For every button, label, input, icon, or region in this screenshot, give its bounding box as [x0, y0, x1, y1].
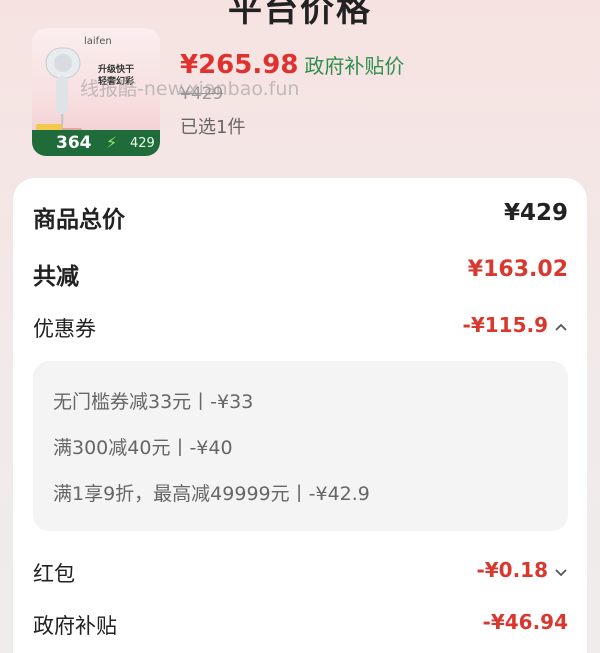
subsidy-price-tag: 政府补贴价 [304, 54, 405, 78]
bolt-icon: ⚡ [106, 133, 118, 152]
watermark-text: 线报酷-new.xianbao.fun [80, 78, 300, 100]
redpacket-row[interactable]: 红包 -¥0.18 [33, 558, 568, 594]
coupon-item-1: 无门槛券减33元丨-¥33 [53, 391, 254, 413]
thumb-price-promo: 364 [56, 133, 92, 153]
reduce-row: 共减 ¥163.02 [33, 257, 568, 293]
subsidy-label: 政府补贴 [33, 614, 117, 638]
chevron-up-icon[interactable] [554, 318, 568, 336]
total-row: 商品总价 ¥429 [33, 200, 568, 236]
redpacket-value: -¥0.18 [476, 558, 548, 582]
subsidy-value: -¥46.94 [482, 610, 568, 634]
coupon-item-3: 满1享9折，最高减49999元丨-¥42.9 [53, 483, 370, 505]
chevron-down-icon[interactable] [554, 563, 568, 581]
price-summary-card: 商品总价 ¥429 共减 ¥163.02 优惠券 -¥115.9 无门槛券减33… [13, 178, 587, 653]
redpacket-label: 红包 [33, 562, 75, 586]
thumb-price-original: 429 [130, 136, 155, 151]
total-value: ¥429 [503, 200, 568, 226]
selected-count: 已选1件 [180, 117, 246, 138]
coupon-label: 优惠券 [33, 317, 96, 341]
redpacket-value-wrap[interactable]: -¥0.18 [476, 558, 568, 582]
total-label: 商品总价 [33, 207, 125, 233]
reduce-value: ¥163.02 [467, 257, 568, 282]
coupon-item-2: 满300减40元丨-¥40 [53, 437, 233, 459]
reduce-label: 共减 [33, 264, 79, 290]
brand-logo: laifen [84, 36, 112, 47]
coupon-detail-list: 无门槛券减33元丨-¥33 满300减40元丨-¥40 满1享9折，最高减499… [33, 361, 568, 531]
subsidy-row: 政府补贴 -¥46.94 [33, 610, 568, 646]
page-title: 平台价格 [228, 0, 372, 30]
coupon-row[interactable]: 优惠券 -¥115.9 [33, 313, 568, 349]
order-page: 平台价格 laifen 升级快干 轻奢幻彩 364 ⚡ 429 ¥265.98 政… [0, 0, 600, 653]
coupon-value: -¥115.9 [462, 313, 548, 337]
coupon-value-wrap[interactable]: -¥115.9 [463, 313, 568, 337]
